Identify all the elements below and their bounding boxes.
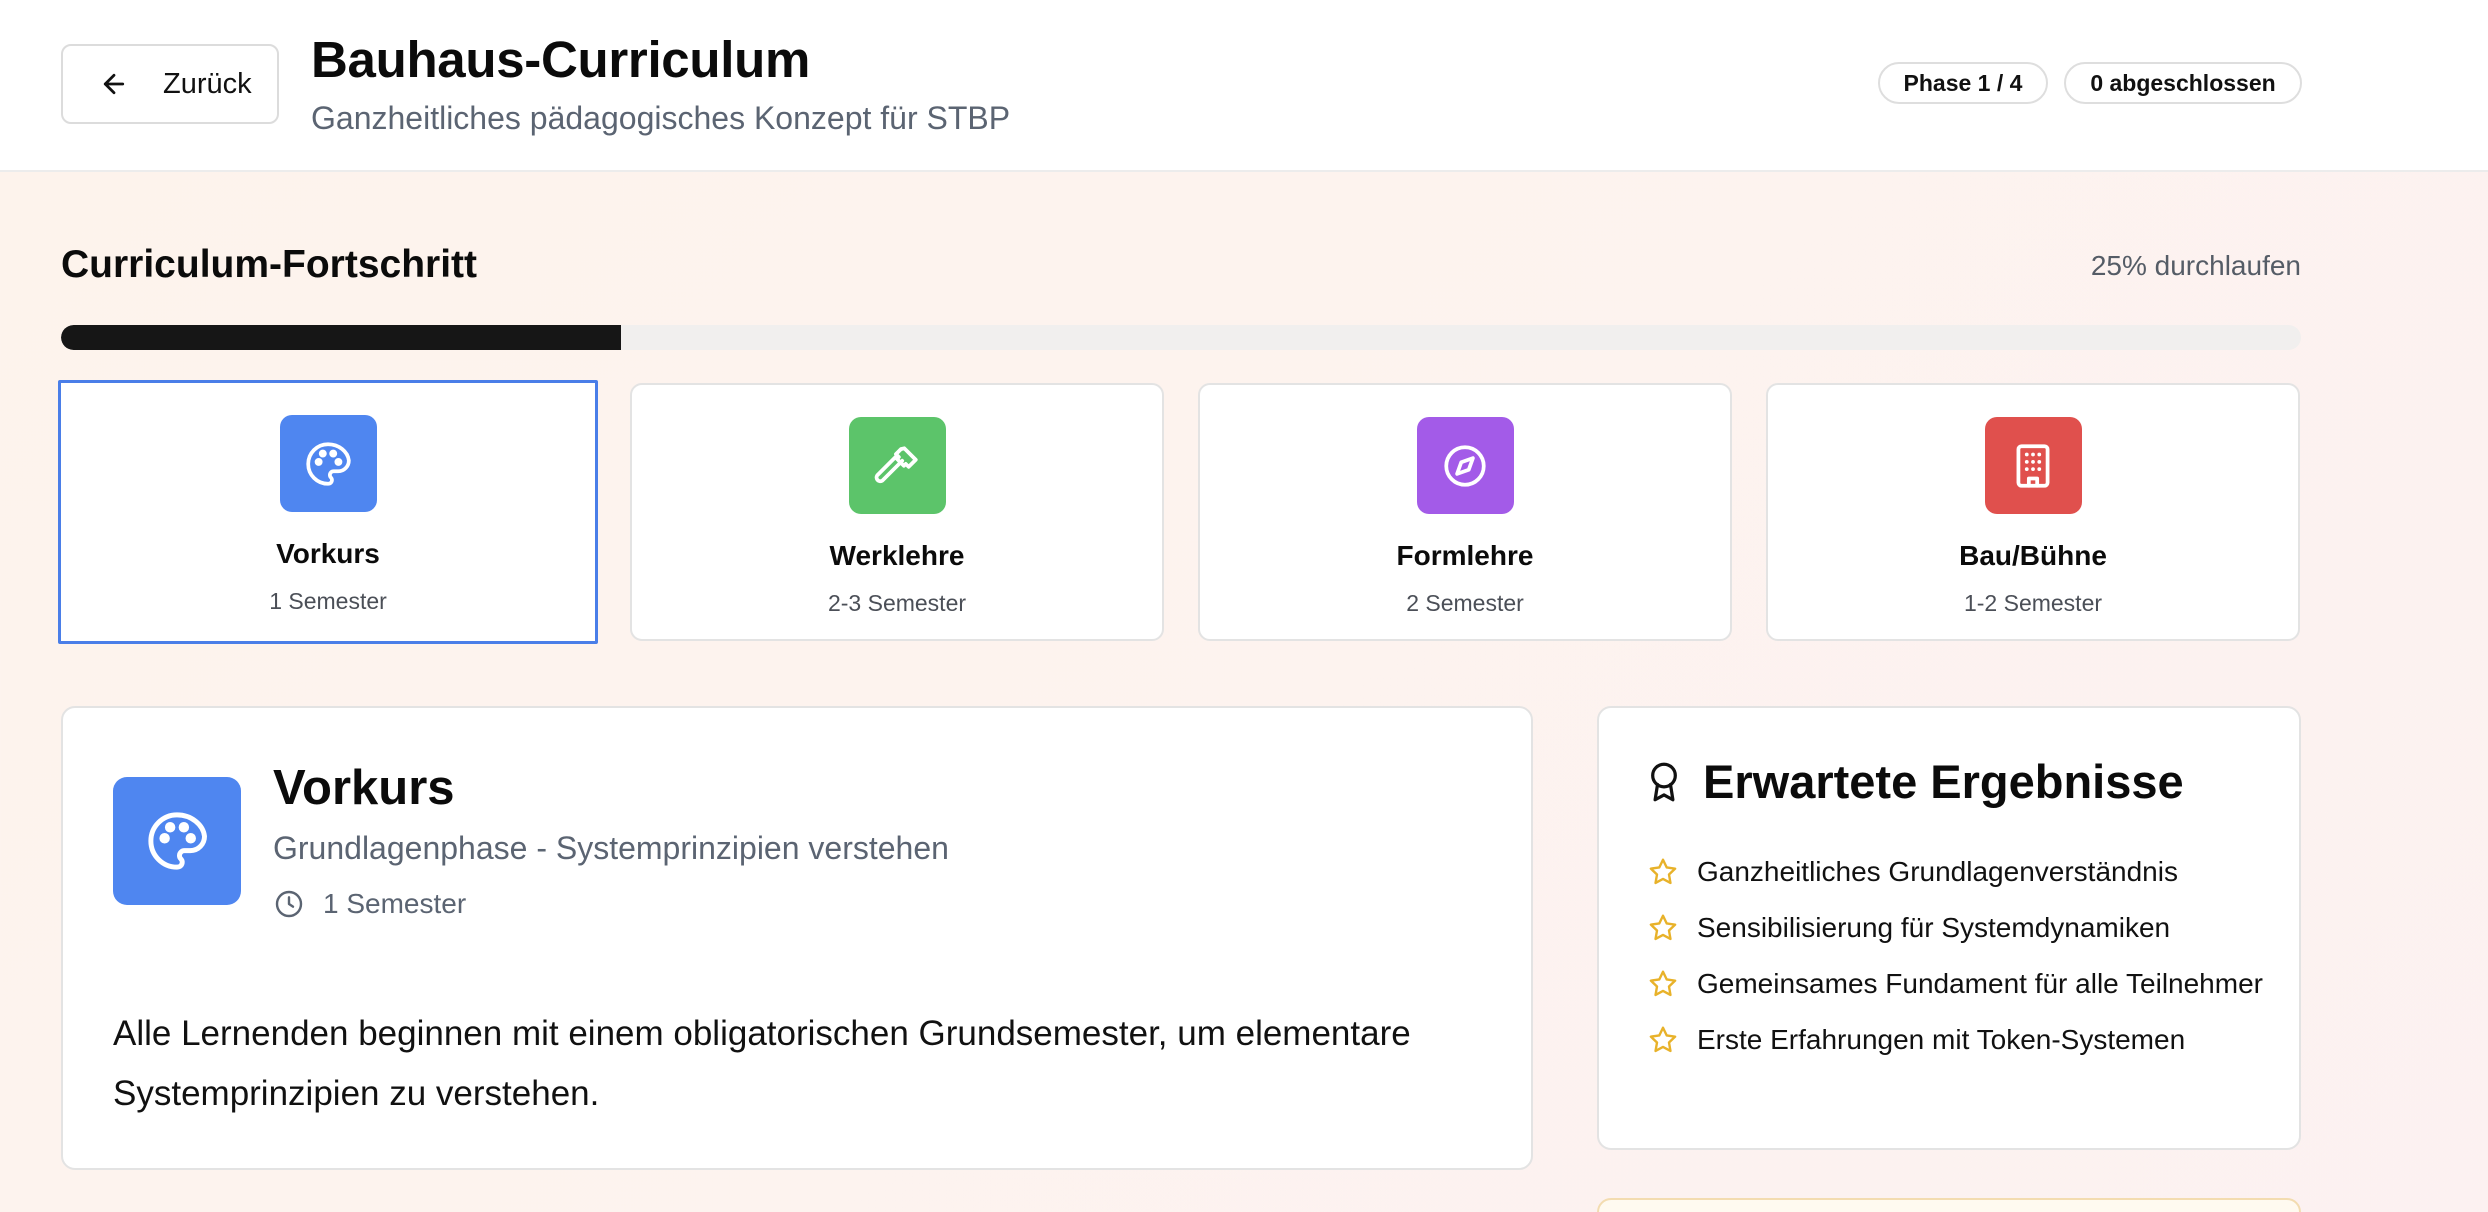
progress-bar (61, 325, 2301, 350)
progress-percent: 25% durchlaufen (2090, 250, 2301, 281)
compass-icon (1444, 444, 1486, 487)
result-text: Erste Erfahrungen mit Token-Systemen (1697, 1024, 2186, 1055)
results-card: Erwartete Ergebnisse Ganzheitliches Grun… (1597, 706, 2301, 1150)
phase-card-vorkurs[interactable]: Vorkurs 1 Semester (58, 380, 598, 644)
building-icon (2016, 443, 2050, 488)
phase-duration: 2 Semester (1406, 590, 1524, 616)
result-text: Gemeinsames Fundament für alle Teilnehme… (1697, 968, 2263, 999)
page-title: Bauhaus-Curriculum (311, 31, 810, 88)
results-list: Ganzheitliches Grundlagenverständnis Sen… (1647, 852, 2267, 1076)
result-text: Sensibilisierung für Systemdynamiken (1697, 912, 2171, 943)
list-item: Gemeinsames Fundament für alle Teilnehme… (1647, 964, 2267, 1004)
phase-name: Bau/Bühne (1959, 540, 2107, 571)
back-button-label: Zurück (163, 67, 252, 100)
phase-icon-box (1416, 417, 1514, 514)
results-header: Erwartete Ergebnisse (1647, 754, 2184, 809)
list-item: Erste Erfahrungen mit Token-Systemen (1647, 1020, 2267, 1060)
phase-name: Werklehre (829, 540, 965, 571)
phase-duration: 1 Semester (269, 588, 387, 614)
palette-icon (148, 812, 207, 870)
arrow-left-icon (103, 73, 125, 95)
star-icon (1649, 858, 1677, 885)
clock-icon (275, 890, 303, 918)
results-title: Erwartete Ergebnisse (1703, 755, 2184, 808)
award-icon (1651, 762, 1677, 801)
phase-card-formlehre[interactable]: Formlehre 2 Semester (1198, 383, 1732, 641)
list-item: Ganzheitliches Grundlagenverständnis (1647, 852, 2267, 892)
phase-icon-box (279, 415, 377, 512)
detail-duration-label: 1 Semester (323, 888, 467, 919)
secondary-card-partial (1597, 1198, 2301, 1212)
detail-icon-box (113, 777, 241, 905)
list-item: Sensibilisierung für Systemdynamiken (1647, 908, 2267, 948)
detail-title: Vorkurs (273, 761, 455, 815)
page-subtitle: Ganzheitliches pädagogisches Konzept für… (311, 100, 1011, 136)
star-icon (1649, 914, 1677, 941)
phase-name: Vorkurs (276, 538, 380, 569)
phase-duration: 1-2 Semester (1963, 590, 2103, 616)
phase-badge: Phase 1 / 4 (1878, 62, 2048, 104)
hammer-icon (874, 445, 918, 483)
progress-title: Curriculum-Fortschritt (61, 243, 478, 286)
phase-card-werklehre[interactable]: Werklehre 2-3 Semester (630, 383, 1164, 641)
progress-bar-fill (61, 325, 621, 350)
phase-duration: 2-3 Semester (827, 590, 967, 616)
phase-name: Formlehre (1396, 540, 1534, 571)
detail-duration: 1 Semester (273, 888, 466, 920)
back-button[interactable]: Zurück (61, 44, 279, 124)
phase-icon-box (1984, 417, 2082, 514)
detail-subtitle: Grundlagenphase - Systemprinzipien verst… (273, 830, 949, 866)
detail-description: Alle Lernenden beginnen mit einem obliga… (113, 1014, 1411, 1113)
phase-card-bau-buehne[interactable]: Bau/Bühne 1-2 Semester (1766, 383, 2300, 641)
star-icon (1649, 1026, 1677, 1053)
star-icon (1649, 970, 1677, 997)
phase-detail-card: Vorkurs Grundlagenphase - Systemprinzipi… (61, 706, 1533, 1170)
phase-icon-box (848, 417, 946, 514)
page-header: Zurück Bauhaus-Curriculum Ganzheitliches… (0, 0, 2488, 172)
palette-icon (306, 441, 351, 486)
completed-badge: 0 abgeschlossen (2064, 62, 2302, 104)
result-text: Ganzheitliches Grundlagenverständnis (1697, 856, 2178, 887)
